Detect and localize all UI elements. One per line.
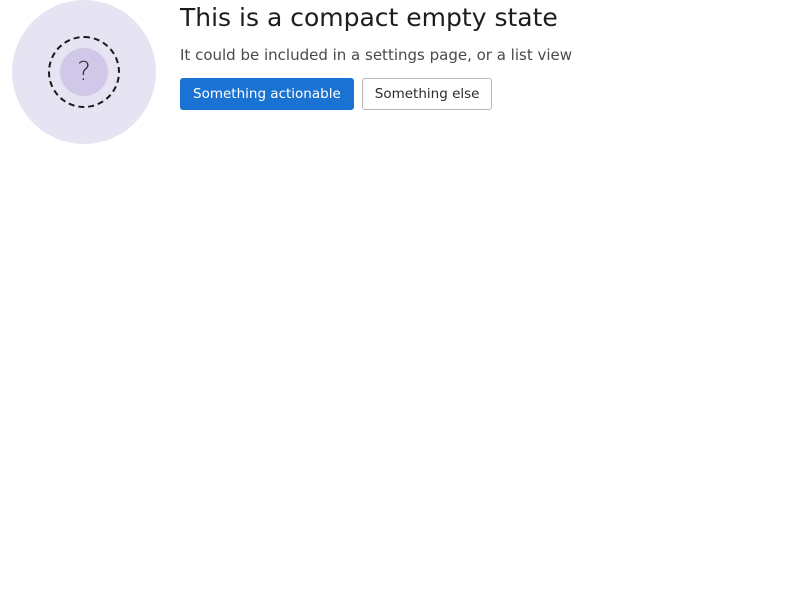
question-mark-icon: ?	[60, 48, 108, 96]
empty-state-title: This is a compact empty state	[180, 3, 558, 32]
primary-action-button[interactable]: Something actionable	[180, 78, 354, 110]
empty-state-content: This is a compact empty state It could b…	[180, 0, 780, 110]
empty-state-actions: Something actionable Something else	[180, 78, 780, 110]
question-mark-glyph: ?	[77, 57, 91, 87]
secondary-action-button[interactable]: Something else	[361, 78, 493, 110]
empty-state-illustration: ?	[12, 0, 156, 144]
empty-state-description: It could be included in a settings page,…	[180, 46, 573, 64]
empty-state: ? This is a compact empty state It could…	[0, 0, 800, 600]
